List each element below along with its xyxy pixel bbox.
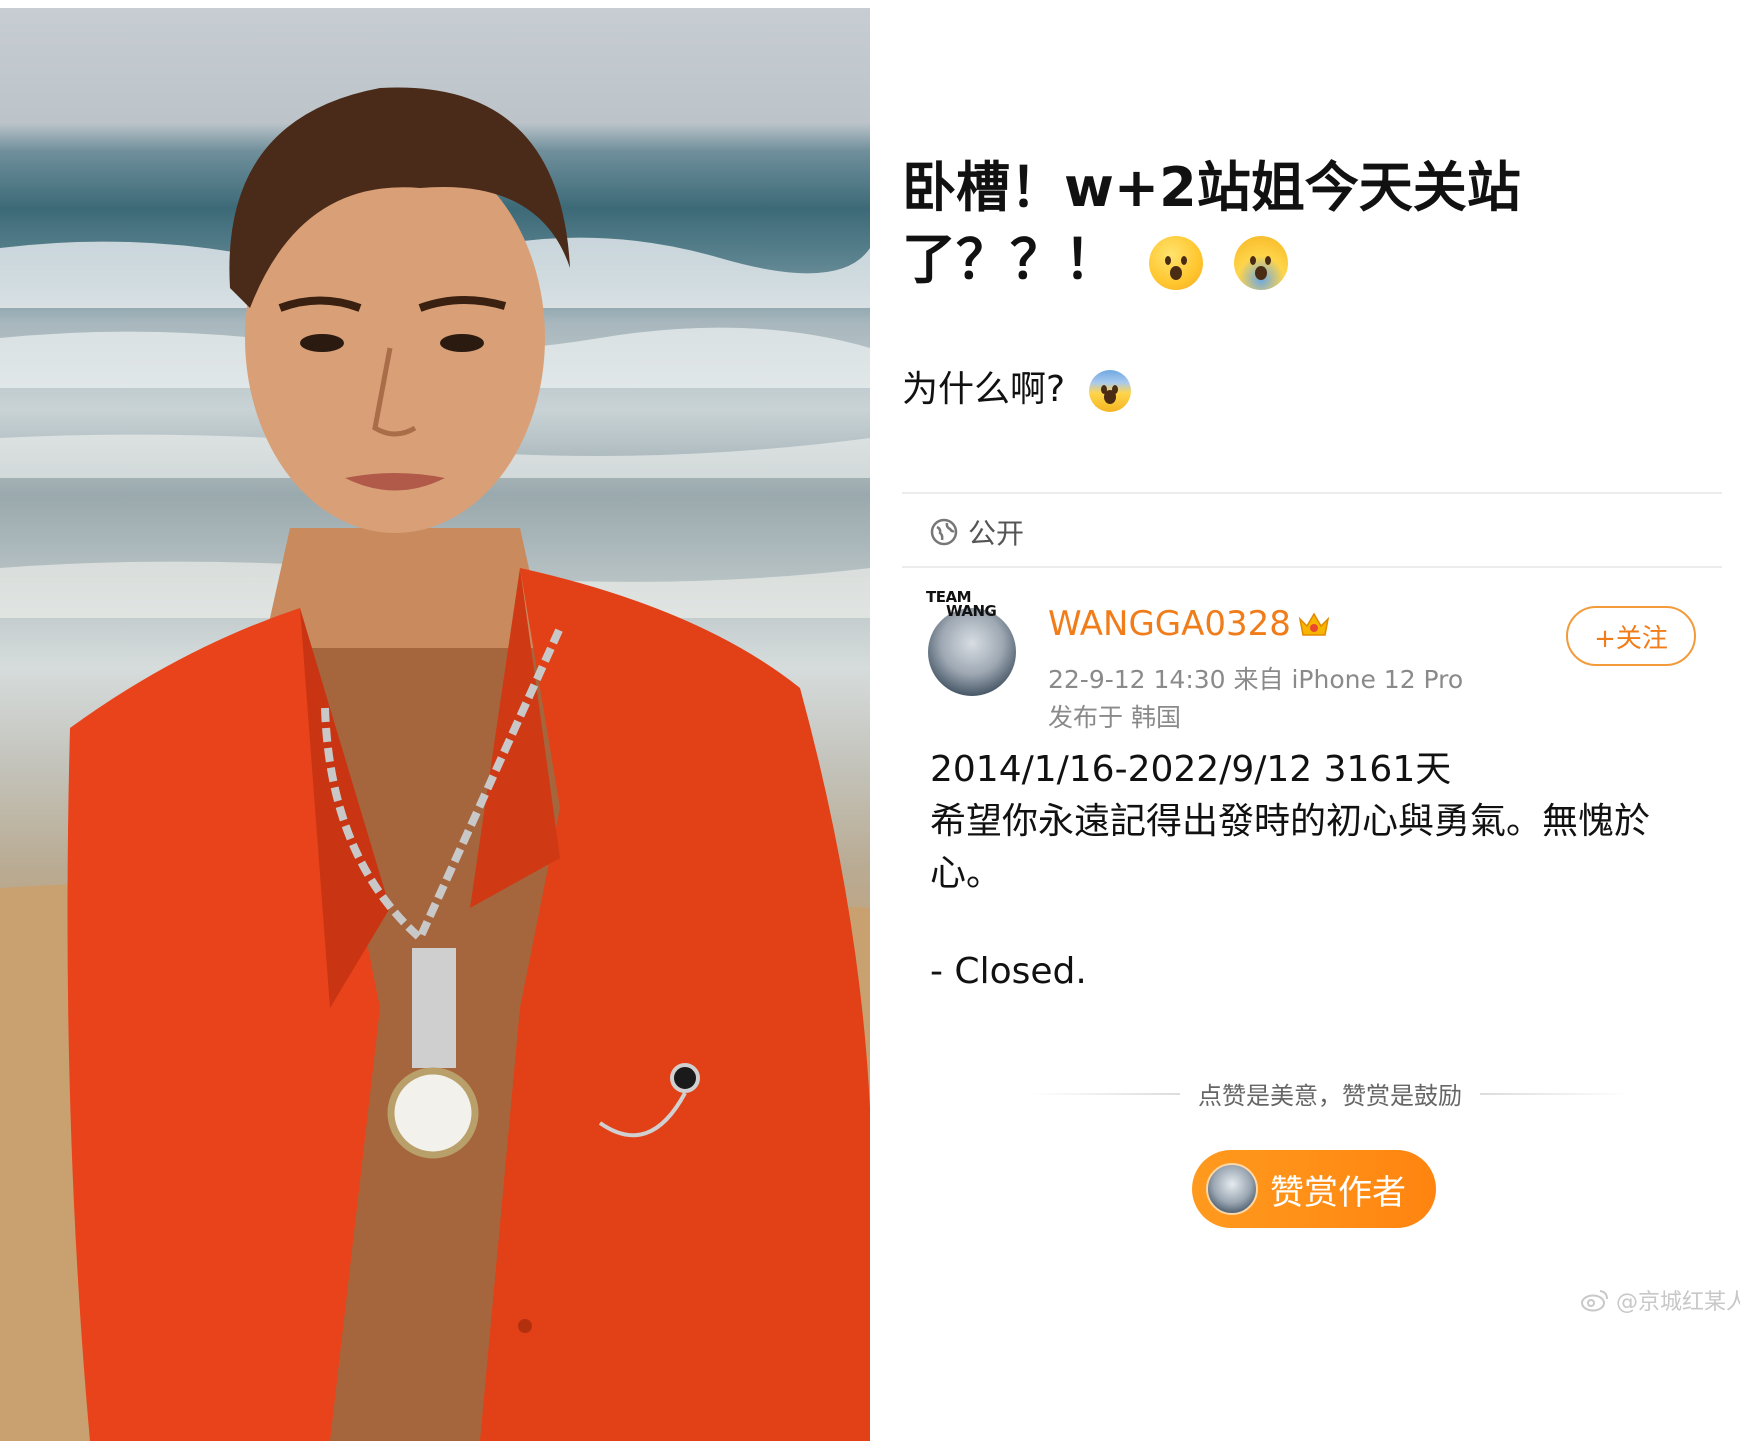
reward-hint-line-right (1480, 1092, 1630, 1095)
watermark: @京城红某人 (1580, 1284, 1740, 1316)
author-username-text: WANGGA0328 (1048, 604, 1291, 644)
post-body-line2: 希望你永遠記得出發時的初心與勇氣。無愧於 (930, 801, 1651, 842)
author-username[interactable]: WANGGA0328 (1048, 604, 1331, 644)
post-title-line2: 了？？！ (902, 228, 1118, 291)
reward-hint: 点赞是美意，赞赏是鼓励 (1198, 1082, 1462, 1110)
reward-avatar (1206, 1163, 1258, 1215)
reward-hint-line-left (1030, 1092, 1180, 1095)
post-body-line3: 心。 (930, 853, 1003, 894)
reward-hint-row: 点赞是美意，赞赏是鼓励 (980, 1076, 1680, 1111)
divider-middle (902, 566, 1722, 568)
post-title-line1: 卧槽！w+2站姐今天关站 (902, 156, 1521, 219)
astonished-face-emoji-icon (1148, 236, 1203, 291)
portrait-illustration (0, 87, 870, 1441)
post-closing: - Closed. (930, 951, 1087, 992)
post-title: 卧槽！w+2站姐今天关站 了？？！ (902, 152, 1602, 296)
post-body: 2014/1/16-2022/9/12 3161天 希望你永遠記得出發時的初心與… (930, 744, 1710, 900)
reward-author-button[interactable]: 赞赏作者 (1192, 1150, 1436, 1228)
visibility-label: 公开 (968, 517, 1025, 550)
fearful-face-emoji-icon (1088, 370, 1131, 412)
globe-icon (930, 518, 958, 546)
reward-author-label: 赞赏作者 (1270, 1172, 1406, 1213)
divider-top (902, 492, 1722, 494)
post-timestamp-source: 22-9-12 14:30 来自 iPhone 12 Pro (1048, 665, 1464, 694)
follow-button[interactable]: +关注 (1566, 606, 1696, 666)
avatar-badge-line2: WANG (946, 602, 997, 620)
avatar-photo (928, 608, 1016, 696)
weibo-logo-icon (1581, 1290, 1608, 1312)
portrait-photo (0, 8, 870, 1441)
author-avatar[interactable]: TEAM WANG (926, 590, 1018, 696)
crown-icon (1298, 612, 1330, 636)
post-subtitle-text: 为什么啊? (902, 369, 1066, 410)
post-subtitle: 为什么啊? (902, 362, 1131, 418)
avatar-team-badge: TEAM WANG (926, 590, 997, 620)
post-body-line1: 2014/1/16-2022/9/12 3161天 (930, 749, 1452, 790)
post-location: 发布于 韩国 (1048, 703, 1181, 732)
screaming-face-emoji-icon (1233, 236, 1288, 291)
watermark-text: @京城红某人 (1616, 1290, 1740, 1315)
visibility-indicator: 公开 (930, 512, 1024, 552)
post-title-line2-row: 了？？！ (902, 224, 1602, 296)
post-panel: 卧槽！w+2站姐今天关站 了？？！ 为什么啊? 公开 TEAM WANG WAN… (870, 0, 1740, 1441)
